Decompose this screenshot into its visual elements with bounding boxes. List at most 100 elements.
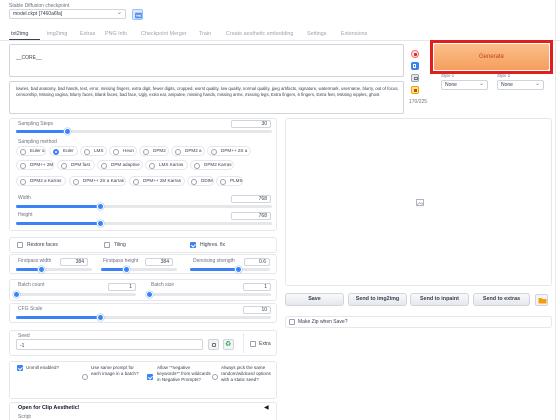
radio-dot [53,148,59,155]
tab-img2img[interactable]: img2img [47,31,67,37]
same-prompt-checkbox[interactable] [82,374,88,380]
allow-negative-checkbox[interactable] [147,374,153,380]
sampler-option[interactable]: DPM2 a Karras [16,176,66,186]
prompt-text: __CORE__ [16,55,42,61]
height-slider[interactable] [16,220,272,227]
tab-checkpoint-merger[interactable]: Checkpoint Merger [141,31,187,37]
send-to-extras-button[interactable]: Send to extras [473,293,530,306]
radio-dot [20,148,26,155]
sampler-option[interactable]: Euler [49,146,78,156]
sampler-option[interactable]: DPM adaptive [97,160,143,170]
width-input[interactable]: 768 [231,195,271,203]
extra-seed-checkbox[interactable] [250,341,256,347]
negative-prompt-text: lowres, bad anatomy, bad hands, text, er… [16,86,399,98]
sampler-option[interactable]: DPM2 a [171,146,205,156]
tiling-checkbox[interactable] [104,242,110,248]
radio-dot [211,148,217,155]
seed-divider [243,333,244,353]
cfg-scale-slider[interactable] [16,314,271,321]
sampler-option[interactable]: LMS [80,146,107,156]
sampler-option[interactable]: DPM++ 2S a [207,146,251,156]
open-folder-button[interactable] [535,294,548,306]
prompt-textarea[interactable]: __CORE__ [9,44,404,77]
radio-dot [20,162,26,169]
negative-prompt-textarea[interactable]: lowres, bad anatomy, bad hands, text, er… [9,81,404,114]
height-input[interactable]: 768 [231,212,271,220]
sampler-option[interactable]: DPM fast [57,160,95,170]
clear-prompt-button[interactable] [411,62,419,70]
batch-size-input[interactable]: 1 [243,283,271,291]
tab-train[interactable]: Train [199,31,211,37]
save-button[interactable]: Save [285,293,344,306]
slider-thumb[interactable] [97,203,104,210]
show-extra-networks-button[interactable] [411,74,419,82]
page-scrollbar-track[interactable] [555,0,556,420]
reuse-seed-button[interactable]: ♻ [223,339,234,350]
refresh-checkpoint-button[interactable] [132,9,143,20]
firstpass-height-slider[interactable] [101,266,177,273]
batch-panel [9,279,277,301]
save-style-icon [414,89,417,92]
sampling-steps-input[interactable]: 30 [231,120,271,128]
batch-count-input[interactable]: 1 [108,283,136,291]
send-to-img2img-button[interactable]: Send to img2img [348,293,407,306]
denoising-input[interactable]: 0.6 [244,258,270,266]
sampler-option[interactable]: DPM++ 2S a Karras [69,176,126,186]
radio-dot [84,148,90,155]
collapse-triangle-icon[interactable]: ◀ [264,404,269,411]
send-to-inpaint-button[interactable]: Send to inpaint [410,293,469,306]
sampler-option[interactable]: DPM++ 2M Karras [129,176,185,186]
paste-params-button[interactable] [411,50,419,58]
sampler-option[interactable]: DPM2 [139,146,169,156]
batch-size-slider[interactable] [146,291,271,298]
firstpass-height-input[interactable]: 384 [145,258,173,266]
slider-thumb[interactable] [235,266,242,273]
checkpoint-select[interactable]: model.ckpt [7460a6fa] [9,9,126,19]
style1-select[interactable]: None [441,80,488,90]
unmil-checkbox[interactable] [17,365,23,371]
make-zip-checkbox[interactable] [289,319,295,325]
token-counter: 170/225 [409,99,428,105]
cfg-scale-input[interactable]: 10 [243,306,271,314]
script-label: Script [18,414,31,420]
restore-faces-checkbox[interactable] [17,242,23,248]
denoising-slider[interactable] [190,266,270,273]
slider-thumb[interactable] [38,266,45,273]
random-seed-button[interactable] [208,339,219,350]
slider-thumb[interactable] [97,220,104,227]
sampler-option[interactable]: PLMS [216,176,243,186]
always-pick-checkbox[interactable] [212,374,218,380]
sampler-option[interactable]: DDIM [187,176,214,186]
tab-settings[interactable]: Settings [307,31,326,37]
batch-count-slider[interactable] [13,291,136,298]
style2-select[interactable]: None [497,80,544,90]
sampler-option[interactable]: Heun [109,146,137,156]
output-gallery[interactable] [285,118,552,286]
slider-thumb[interactable] [97,314,104,321]
tab-extensions[interactable]: Extensions [341,31,367,37]
generate-button[interactable]: Generate [434,44,549,70]
tab-txt2img[interactable]: txt2img [11,31,28,37]
firstpass-width-input[interactable]: 384 [60,258,88,266]
seed-input[interactable]: -1 [16,339,203,350]
paste-icon [413,52,417,56]
slider-thumb[interactable] [146,291,153,298]
sampler-option[interactable]: Euler a [16,146,46,156]
sampler-option[interactable]: DPM2 Karras [190,160,234,170]
tab-png-info[interactable]: PNG Info [105,31,127,37]
firstpass-width-slider[interactable] [16,266,92,273]
tab-extras[interactable]: Extras [80,31,95,37]
slider-thumb[interactable] [13,291,20,298]
slider-thumb[interactable] [123,266,130,273]
tiling-label: Tiling [114,242,126,248]
radio-dot [194,162,200,169]
save-style-button[interactable] [411,86,419,94]
sampling-steps-slider[interactable] [16,128,272,135]
width-slider[interactable] [16,203,272,210]
always-pick-label: Always pick the same random/wildcard opt… [221,365,271,382]
slider-thumb[interactable] [64,128,71,135]
sampler-option[interactable]: DPM++ 2M [16,160,54,170]
highres-fix-checkbox[interactable] [190,242,196,248]
tab-aesthetic-embedding[interactable]: Create aesthetic embedding [226,31,293,37]
sampler-option[interactable]: LMS Karras [145,160,188,170]
